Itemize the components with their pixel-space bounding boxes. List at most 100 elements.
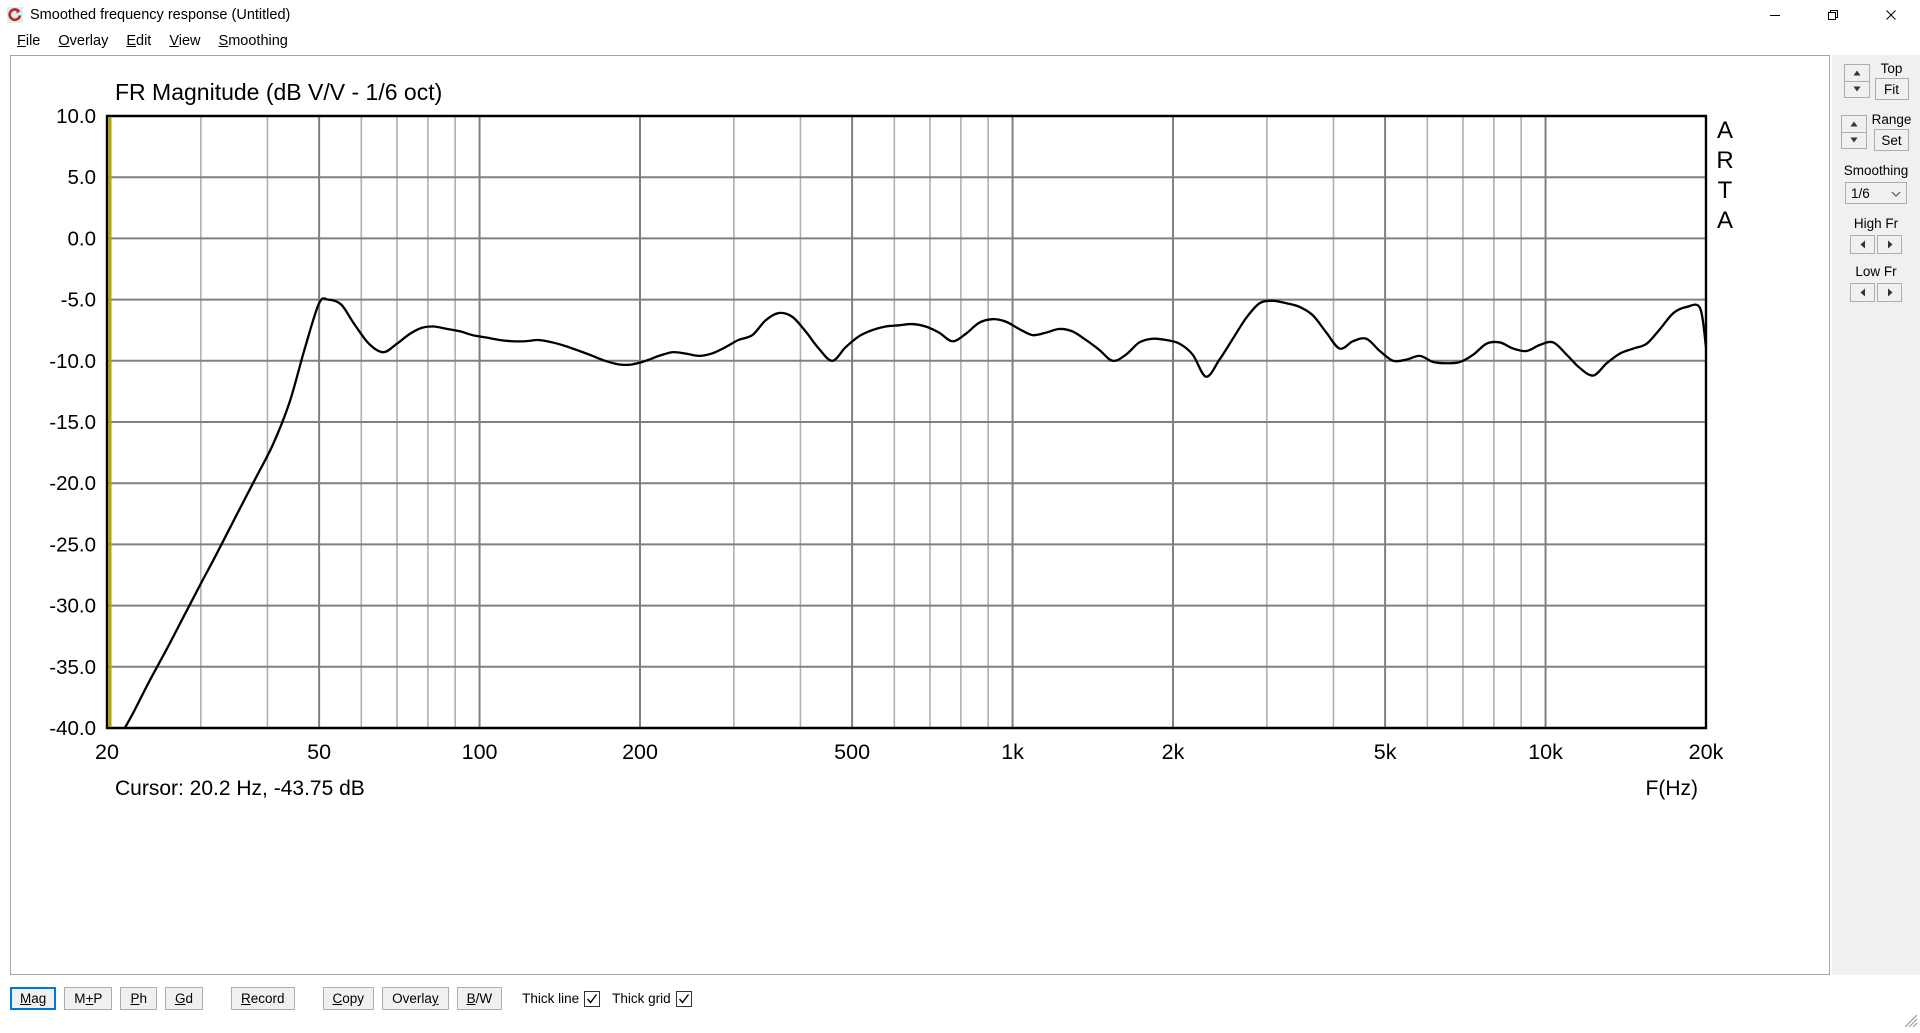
checkbox-thick-grid-box[interactable] — [675, 990, 692, 1007]
x-tick-label: 10k — [1528, 740, 1563, 764]
plot-panel[interactable]: FR Magnitude (dB V/V - 1/6 oct) 10.0 5.0 0.… — [10, 55, 1830, 975]
low-fr-left-button[interactable] — [1850, 283, 1875, 302]
accel-char: y — [431, 991, 439, 1006]
menu-item-overlay[interactable]: Overlay — [49, 32, 117, 51]
toolbar-button-copy[interactable]: Copy — [322, 987, 375, 1010]
y-tick-label: -10.0 — [49, 350, 96, 373]
range-spinner[interactable] — [1840, 114, 1867, 149]
menu-item-file-rest: ile — [25, 32, 41, 49]
accel-char: G — [174, 991, 186, 1006]
range-label: Range — [1871, 112, 1912, 127]
toolbar-button-overlay[interactable]: Overla y — [382, 987, 449, 1010]
smoothing-select[interactable]: 1/6 — [1845, 182, 1907, 204]
top-up-button[interactable] — [1843, 63, 1870, 81]
x-axis-label: F(Hz) — [1646, 777, 1698, 800]
checkbox-thick-line[interactable]: Thick line — [522, 990, 601, 1007]
x-tick-label: 20 — [95, 740, 119, 764]
x-tick-label: 50 — [307, 740, 331, 764]
checkbox-thick-grid[interactable]: Thick grid — [612, 990, 692, 1007]
range-control-group: Range Set — [1832, 112, 1920, 151]
low-fr-right-button[interactable] — [1877, 283, 1902, 302]
menu-item-view-rest: iew — [178, 32, 201, 49]
right-control-panel: Top Fit Range Set Smoothing 1/6 High Fr … — [1832, 55, 1920, 975]
title-bar: Smoothed frequency response (Untitled) — [0, 0, 1920, 29]
x-tick-label: 2k — [1162, 740, 1185, 764]
y-tick-label: -15.0 — [49, 411, 96, 434]
accel-char: M — [20, 991, 32, 1006]
low-fr-label: Low Fr — [1855, 264, 1897, 279]
checkbox-thick-line-label: Thick line — [522, 991, 580, 1006]
accel-char: + — [85, 991, 94, 1006]
accel-char: B — [466, 991, 476, 1006]
range-up-button[interactable] — [1840, 114, 1867, 132]
accel-char: P — [130, 991, 140, 1006]
y-tick-label: 10.0 — [56, 105, 96, 128]
watermark-letter: T — [1718, 177, 1733, 204]
range-down-button[interactable] — [1840, 131, 1867, 149]
toolbar-button-m-plus-p[interactable]: M + P — [64, 987, 113, 1010]
menu-item-overlay-rest: verlay — [69, 32, 109, 49]
accel-char: R — [241, 991, 251, 1006]
y-tick-label: 0.0 — [68, 227, 97, 250]
window-controls — [1746, 0, 1920, 29]
x-tick-label: 5k — [1374, 740, 1397, 764]
high-fr-label: High Fr — [1853, 216, 1899, 231]
window-title: Smoothed frequency response (Untitled) — [30, 6, 291, 23]
top-label: Top — [1880, 61, 1903, 76]
menu-item-edit[interactable]: Edit — [117, 32, 160, 51]
toolbar-button-mag[interactable]: Mag — [10, 987, 57, 1010]
y-tick-label: -25.0 — [49, 533, 96, 556]
menu-item-file[interactable]: File — [8, 32, 49, 51]
x-tick-label: 200 — [622, 740, 658, 764]
x-tick-label: 500 — [834, 740, 870, 764]
frequency-response-chart[interactable]: FR Magnitude (dB V/V - 1/6 oct) 10.0 5.0 0.… — [11, 56, 1829, 974]
bottom-toolbar: Mag M + P Ph Gd Record Copy Overla y B/W Thick line… — [0, 975, 1920, 1030]
smoothing-label: Smoothing — [1843, 163, 1909, 178]
range-set-button[interactable]: Set — [1874, 129, 1909, 151]
toolbar-button-record[interactable]: Record — [231, 987, 295, 1010]
high-fr-left-button[interactable] — [1850, 235, 1875, 254]
smoothing-control-group: Smoothing 1/6 — [1832, 163, 1920, 204]
checkbox-thick-grid-label: Thick grid — [612, 991, 671, 1006]
watermark-letter: A — [1717, 207, 1733, 234]
x-tick-label: 100 — [462, 740, 498, 764]
menu-item-view[interactable]: View — [160, 32, 209, 51]
y-tick-label: 5.0 — [68, 166, 97, 189]
minimize-button[interactable] — [1746, 0, 1804, 29]
x-tick-label: 20k — [1689, 740, 1724, 764]
main-area: FR Magnitude (dB V/V - 1/6 oct) 10.0 5.0 0.… — [0, 55, 1920, 975]
accel-char: C — [332, 991, 343, 1006]
y-tick-label: -40.0 — [49, 717, 96, 740]
top-control-group: Top Fit — [1832, 61, 1920, 100]
menu-item-smoothing[interactable]: Smoothing — [210, 32, 297, 51]
menu-item-edit-rest: dit — [136, 32, 152, 49]
y-tick-label: -30.0 — [49, 595, 96, 618]
arta-logo-icon — [7, 6, 23, 23]
chevron-down-icon — [1891, 186, 1901, 201]
y-tick-label: -5.0 — [61, 289, 96, 312]
top-spinner[interactable] — [1843, 63, 1870, 98]
top-down-button[interactable] — [1843, 80, 1870, 98]
watermark-letter: R — [1716, 147, 1733, 174]
high-fr-right-button[interactable] — [1877, 235, 1902, 254]
high-fr-control-group: High Fr — [1832, 216, 1920, 254]
toolbar-button-gd[interactable]: Gd — [164, 987, 203, 1010]
menu-item-smoothing-rest: moothing — [228, 32, 288, 49]
low-fr-control-group: Low Fr — [1832, 264, 1920, 302]
toolbar-button-bw[interactable]: B/W — [456, 987, 503, 1010]
top-fit-button[interactable]: Fit — [1874, 78, 1909, 100]
restore-button[interactable] — [1804, 0, 1862, 29]
smoothing-value: 1/6 — [1851, 185, 1870, 201]
cursor-readout: Cursor: 20.2 Hz, -43.75 dB — [115, 777, 365, 800]
resize-grip[interactable] — [1904, 1014, 1918, 1028]
chart-title: FR Magnitude (dB V/V - 1/6 oct) — [115, 79, 442, 105]
close-button[interactable] — [1862, 0, 1920, 29]
y-tick-label: -35.0 — [49, 656, 96, 679]
watermark-letter: A — [1717, 117, 1733, 144]
x-tick-label: 1k — [1001, 740, 1024, 764]
toolbar-button-row: Mag M + P Ph Gd Record Copy Overla y B/W Thick line… — [10, 987, 692, 1010]
y-tick-label: -20.0 — [49, 472, 96, 495]
checkbox-thick-line-box[interactable] — [584, 990, 601, 1007]
toolbar-button-ph[interactable]: Ph — [120, 987, 157, 1010]
menu-bar: File Overlay Edit View Smoothing — [0, 29, 1920, 53]
